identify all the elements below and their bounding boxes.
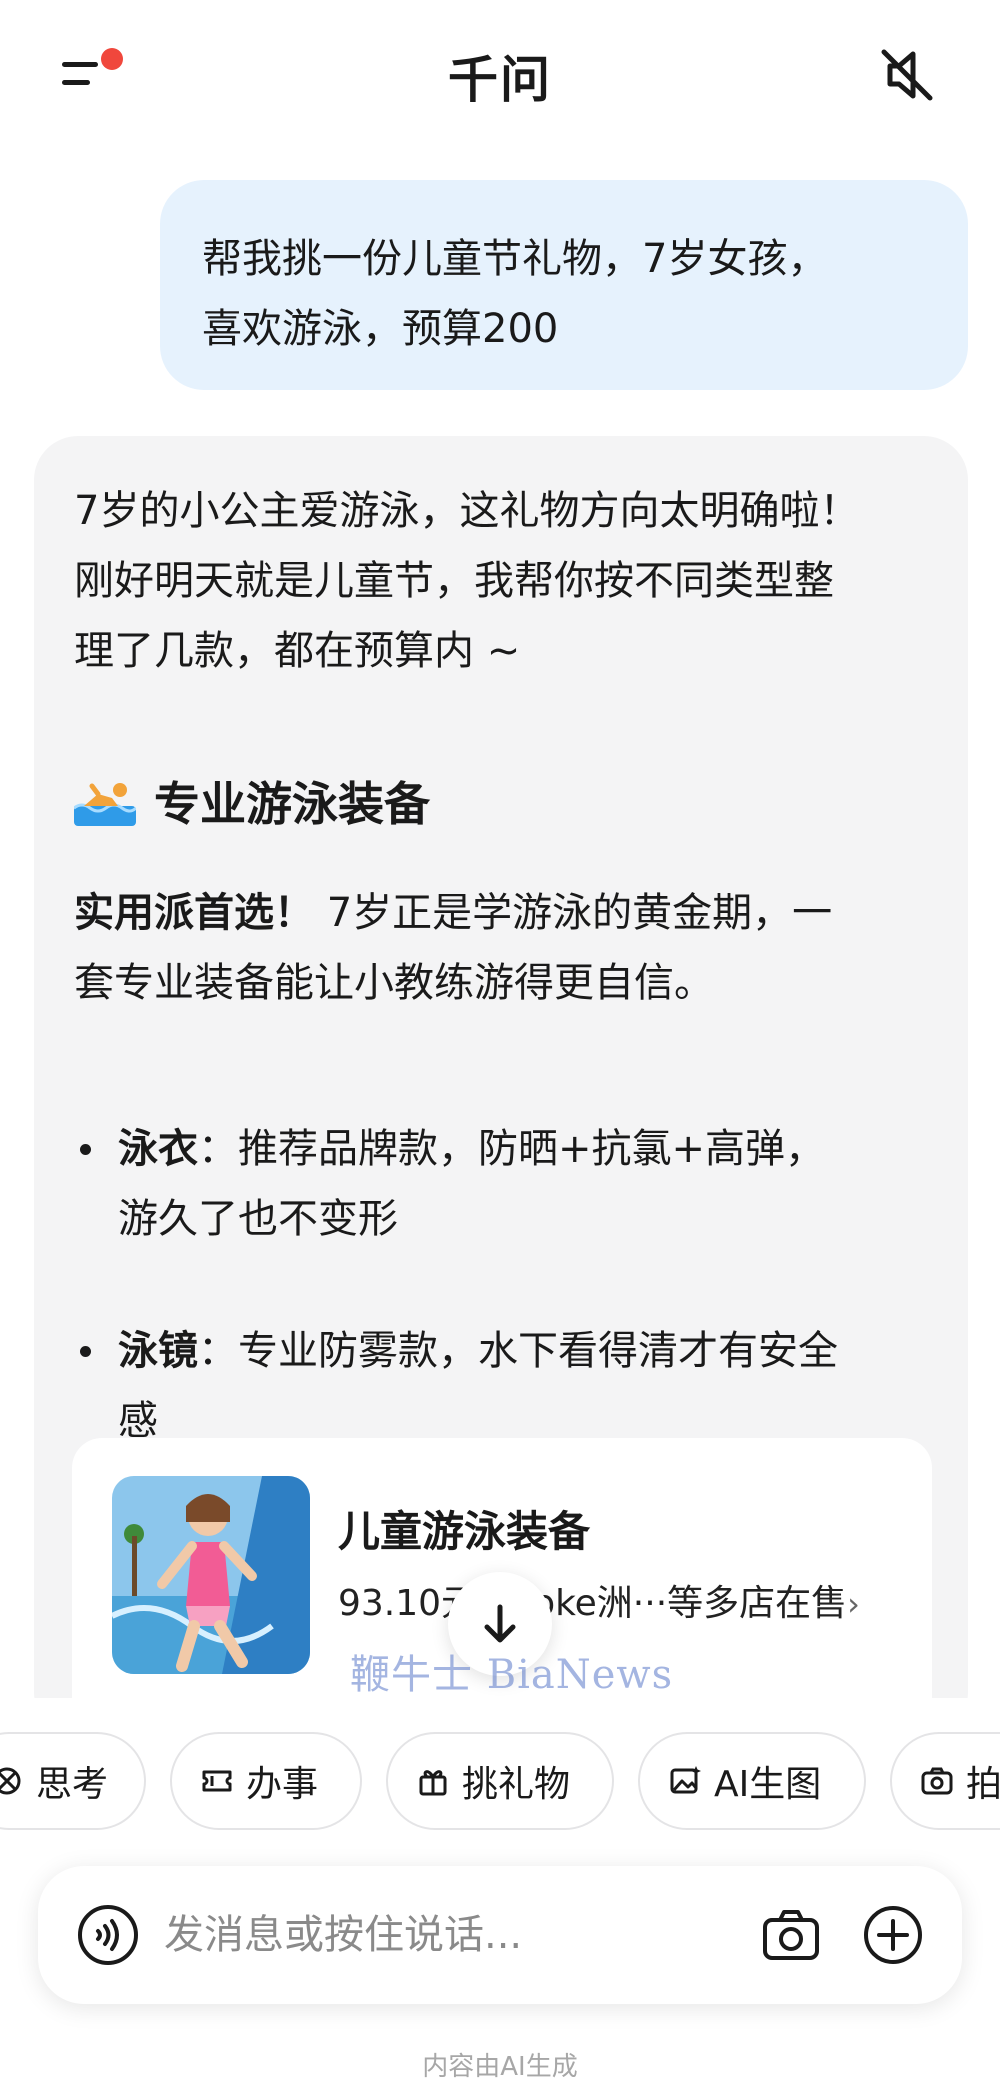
swimmer-icon [74, 783, 136, 826]
section-lead: 实用派首选！ 7岁正是学游泳的黄金期，一 套专业装备能让小教练游得更自信。 [74, 878, 944, 1018]
list-item: 泳镜：专业防雾款，水下看得清才有安全 感 [74, 1316, 944, 1456]
product-meta[interactable]: 93.10元 oke洲···等多店在售› [338, 1574, 908, 1626]
quick-action-ai-image[interactable]: AI生图 [638, 1732, 866, 1830]
chevron-right-icon: › [847, 1585, 860, 1623]
user-message-bubble: 帮我挑一份儿童节礼物，7岁女孩， 喜欢游泳，预算200 [160, 180, 968, 390]
product-stores: oke洲···等多店在售 [533, 1583, 848, 1624]
quick-action-label: 办事 [246, 1764, 319, 1805]
speaker-muted-icon [881, 49, 933, 101]
ai-reply-card: 7岁的小公主爱游泳，这礼物方向太明确啦！ 刚好明天就是儿童节，我帮你按不同类型整… [34, 436, 968, 1738]
list-item-line: 游久了也不变形 [118, 1196, 398, 1242]
plus-icon[interactable] [862, 1904, 924, 1966]
app-title: 千问 [448, 51, 552, 109]
list-item-label: 泳镜 [118, 1328, 198, 1374]
message-composer[interactable] [38, 1866, 962, 2004]
voice-icon[interactable] [76, 1903, 140, 1967]
list-item-line: 泳镜：专业防雾款，水下看得清才有安全 [118, 1316, 944, 1386]
think-icon [0, 1767, 21, 1795]
quick-action-photo[interactable]: 拍 [890, 1732, 1000, 1830]
lead-bold: 实用派首选！ [74, 890, 314, 936]
lead-text: 7岁正是学游泳的黄金期，一 [314, 890, 833, 936]
ai-intro-line: 7岁的小公主爱游泳，这礼物方向太明确啦！ [74, 488, 860, 534]
product-image[interactable] [112, 1476, 310, 1674]
quick-action-label: AI生图 [714, 1764, 822, 1805]
gift-icon [419, 1770, 447, 1796]
list-item-line: 泳衣：推荐品牌款，防晒+抗氯+高弹， [118, 1114, 944, 1184]
quick-action-label: 拍 [966, 1764, 1000, 1805]
quick-action-errands[interactable]: 办事 [170, 1732, 362, 1830]
quick-action-label: 思考 [36, 1764, 109, 1805]
ai-intro-line: 刚好明天就是儿童节，我帮你按不同类型整 [74, 558, 834, 604]
product-photo [112, 1476, 310, 1674]
ai-intro-line: 理了几款，都在预算内 ~ [74, 628, 521, 674]
list-item-text: ：推荐品牌款，防晒+抗氯+高弹， [198, 1126, 826, 1172]
quick-action-label: 挑礼物 [462, 1764, 571, 1805]
arrow-down-icon [484, 1604, 516, 1643]
list-item-text: ：专业防雾款，水下看得清才有安全 [198, 1328, 838, 1374]
list-item: 泳衣：推荐品牌款，防晒+抗氯+高弹， 游久了也不变形 [74, 1114, 944, 1254]
ticket-icon [202, 1770, 232, 1792]
quick-action-row[interactable]: 思考 办事 挑礼物 AI生图 拍 [0, 1732, 1000, 1830]
top-bar: 千问 [0, 0, 1000, 150]
product-name[interactable]: 儿童游泳装备 [338, 1498, 590, 1559]
mute-button[interactable] [876, 44, 938, 106]
bullet-dot [80, 1346, 91, 1357]
section-heading: 专业游泳装备 [74, 766, 430, 836]
message-input[interactable] [164, 1904, 584, 1966]
section-title: 专业游泳装备 [154, 777, 430, 831]
image-gen-icon [670, 1766, 701, 1794]
camera-icon[interactable] [760, 1904, 822, 1966]
quick-action-think[interactable]: 思考 [0, 1732, 146, 1830]
chat-screen: 千问 帮我挑一份儿童节礼物，7岁女孩， 喜欢游泳，预算200 7岁的小公主爱游泳… [0, 0, 1000, 2088]
quick-action-gift[interactable]: 挑礼物 [386, 1732, 614, 1830]
list-item-label: 泳衣 [118, 1126, 198, 1172]
section-lead-line: 实用派首选！ 7岁正是学游泳的黄金期，一 [74, 878, 944, 948]
watermark: 鞭牛士 BiaNews [350, 1652, 674, 1698]
user-message-line: 喜欢游泳，预算200 [202, 306, 559, 352]
ai-intro-text: 7岁的小公主爱游泳，这礼物方向太明确啦！ 刚好明天就是儿童节，我帮你按不同类型整… [74, 476, 944, 686]
camera-icon [921, 1767, 953, 1795]
ai-disclaimer: 内容由AI生成 [422, 2052, 578, 2082]
user-message-line: 帮我挑一份儿童节礼物，7岁女孩， [202, 236, 828, 282]
section-lead-line: 套专业装备能让小教练游得更自信。 [74, 960, 714, 1006]
bullet-dot [80, 1144, 91, 1155]
